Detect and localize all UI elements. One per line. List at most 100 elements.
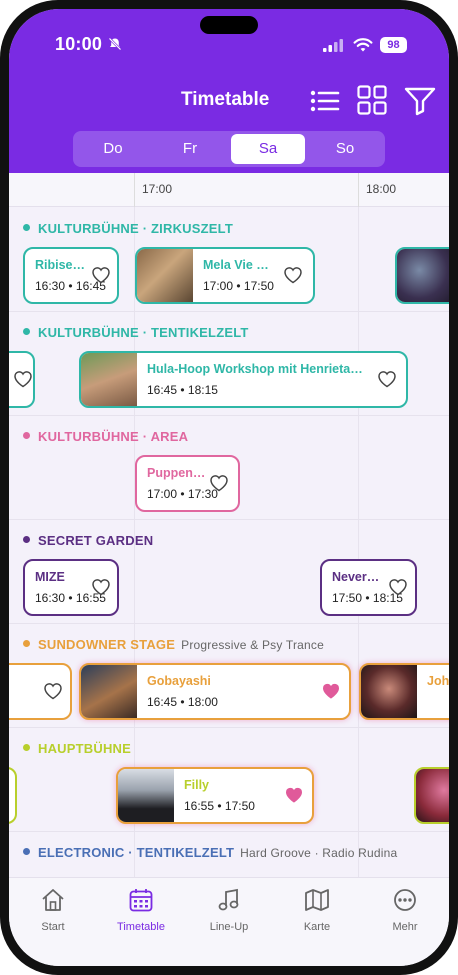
- stage-genre: Progressive & Psy Trance: [181, 638, 324, 652]
- artist-photo: [397, 249, 449, 302]
- time-ruler: 17:00 18:00: [9, 173, 449, 207]
- heart-icon[interactable]: [13, 370, 33, 388]
- tab-karte[interactable]: Karte: [282, 888, 352, 933]
- stage-heading: SECRET GARDEN: [23, 533, 153, 548]
- stage-heading: KULTURBÜHNE · ZIRKUSZELT: [23, 221, 233, 236]
- stage-heading: KULTURBÜHNE · AREA: [23, 429, 188, 444]
- bottom-tab-bar: Start Timetable Line-Up Karte Mehr: [9, 877, 449, 966]
- time-label-17: 17:00: [142, 182, 173, 196]
- day-tab-so[interactable]: So: [308, 134, 382, 164]
- event-card[interactable]: MIZE 16:30 • 16:55: [23, 559, 119, 616]
- heart-filled-icon[interactable]: [284, 786, 304, 804]
- event-time: 17:00 • 17:50: [203, 279, 274, 293]
- heart-icon[interactable]: [91, 266, 111, 284]
- filter-icon[interactable]: [404, 86, 436, 116]
- stage-name: ELECTRONIC · TENTIKELZELT: [38, 845, 235, 860]
- calendar-icon: [129, 889, 153, 912]
- stage-row-electronic: ELECTRONIC · TENTIKELZELT Hard Groove · R…: [9, 831, 449, 877]
- event-card[interactable]: Filly 16:55 • 17:50: [116, 767, 314, 824]
- event-card[interactable]: [395, 247, 449, 304]
- stage-row-tentikelzelt: KULTURBÜHNE · TENTIKELZELT Hula-Hoop Wor…: [9, 311, 449, 415]
- event-card[interactable]: Hula-Hoop Workshop mit Henrieta… 16:45 •…: [79, 351, 408, 408]
- day-tab-sa[interactable]: Sa: [231, 134, 305, 164]
- event-card[interactable]: [9, 351, 35, 408]
- artist-photo: [416, 769, 449, 822]
- stage-genre: Hard Groove · Radio Rudina: [240, 846, 398, 860]
- event-name: Gobayashi: [147, 674, 211, 688]
- day-tab-do[interactable]: Do: [76, 134, 150, 164]
- phone-frame: 10:00 98 Timetable Do Fr Sa So 17:00 18:…: [0, 0, 458, 975]
- tab-label: Mehr: [392, 921, 418, 933]
- stage-row-secret-garden: SECRET GARDEN MIZE 16:30 • 16:55 Never… …: [9, 519, 449, 623]
- home-icon: [42, 889, 64, 911]
- time-label-18: 18:00: [366, 182, 397, 196]
- tab-label: Line-Up: [209, 921, 249, 933]
- bell-muted-icon: [108, 37, 122, 51]
- stage-name: KULTURBÜHNE · TENTIKELZELT: [38, 325, 249, 340]
- tab-label: Start: [41, 921, 65, 933]
- event-card[interactable]: [9, 767, 17, 824]
- event-time: 16:45 • 18:00: [147, 695, 218, 709]
- event-card[interactable]: Puppen… 17:00 • 17:30: [135, 455, 240, 512]
- event-card[interactable]: Gobayashi 16:45 • 18:00: [79, 663, 351, 720]
- stage-name: KULTURBÜHNE · ZIRKUSZELT: [38, 221, 233, 236]
- music-note-icon: [218, 888, 239, 911]
- artist-photo: [81, 665, 137, 718]
- grid-icon[interactable]: [357, 85, 387, 115]
- signal-icon: [323, 39, 343, 52]
- artist-photo: [118, 769, 174, 822]
- heart-icon[interactable]: [388, 578, 408, 596]
- event-card[interactable]: [414, 767, 449, 824]
- day-selector: Do Fr Sa So: [73, 131, 385, 167]
- stage-row-sundowner: SUNDOWNER STAGE Progressive & Psy Trance …: [9, 623, 449, 727]
- more-icon: [394, 889, 416, 911]
- heart-filled-icon[interactable]: [321, 682, 341, 700]
- event-name: MIZE: [35, 570, 65, 584]
- event-time: 16:45 • 18:15: [147, 383, 218, 397]
- heart-icon[interactable]: [283, 266, 303, 284]
- event-card[interactable]: Ribise… 16:30 • 16:45: [23, 247, 119, 304]
- stage-name: SECRET GARDEN: [38, 533, 154, 548]
- event-name: Ribise…: [35, 258, 86, 272]
- stage-dot: [23, 640, 30, 647]
- event-time: 17:00 • 17:30: [147, 487, 218, 501]
- stage-dot: [23, 848, 30, 855]
- event-name: Hula-Hoop Workshop mit Henrieta…: [147, 362, 363, 376]
- stage-dot: [23, 432, 30, 439]
- event-card[interactable]: Mela Vie … 17:00 • 17:50: [135, 247, 315, 304]
- heart-icon[interactable]: [209, 474, 229, 492]
- stage-name: SUNDOWNER STAGE: [38, 637, 176, 652]
- time-divider: [134, 173, 135, 207]
- battery-indicator: 98: [380, 37, 407, 53]
- stage-heading: ELECTRONIC · TENTIKELZELT Hard Groove · R…: [23, 845, 397, 860]
- stage-name: KULTURBÜHNE · AREA: [38, 429, 189, 444]
- tab-line-up[interactable]: Line-Up: [194, 888, 264, 933]
- heart-icon[interactable]: [91, 578, 111, 596]
- stage-dot: [23, 536, 30, 543]
- tab-timetable[interactable]: Timetable: [106, 888, 176, 933]
- map-icon: [305, 889, 329, 911]
- event-time: 16:55 • 17:50: [184, 799, 255, 813]
- event-card[interactable]: Never… 17:50 • 18:15: [320, 559, 417, 616]
- heart-icon[interactable]: [377, 370, 397, 388]
- stage-dot: [23, 744, 30, 751]
- stage-name: HAUPTBÜHNE: [38, 741, 131, 756]
- stage-row-zirkuszelt: KULTURBÜHNE · ZIRKUSZELT Ribise… 16:30 •…: [9, 207, 449, 311]
- event-name: Filly: [184, 778, 210, 792]
- stage-row-hauptbuehne: HAUPTBÜHNE Filly 16:55 • 17:50: [9, 727, 449, 831]
- app-screen: 10:00 98 Timetable Do Fr Sa So 17:00 18:…: [9, 9, 449, 966]
- page-title: Timetable: [181, 89, 270, 110]
- tab-mehr[interactable]: Mehr: [370, 888, 440, 933]
- stage-heading: SUNDOWNER STAGE Progressive & Psy Trance: [23, 637, 324, 652]
- heart-icon[interactable]: [43, 682, 63, 700]
- dynamic-island: [200, 16, 258, 34]
- event-name: Never…: [332, 570, 380, 584]
- tab-start[interactable]: Start: [18, 888, 88, 933]
- status-time: 10:00: [55, 34, 103, 54]
- event-card[interactable]: [9, 663, 72, 720]
- list-icon[interactable]: [310, 89, 340, 113]
- day-tab-fr[interactable]: Fr: [153, 134, 227, 164]
- header: 10:00 98 Timetable Do Fr Sa So: [9, 9, 449, 173]
- event-card[interactable]: Joh: [359, 663, 449, 720]
- stage-dot: [23, 328, 30, 335]
